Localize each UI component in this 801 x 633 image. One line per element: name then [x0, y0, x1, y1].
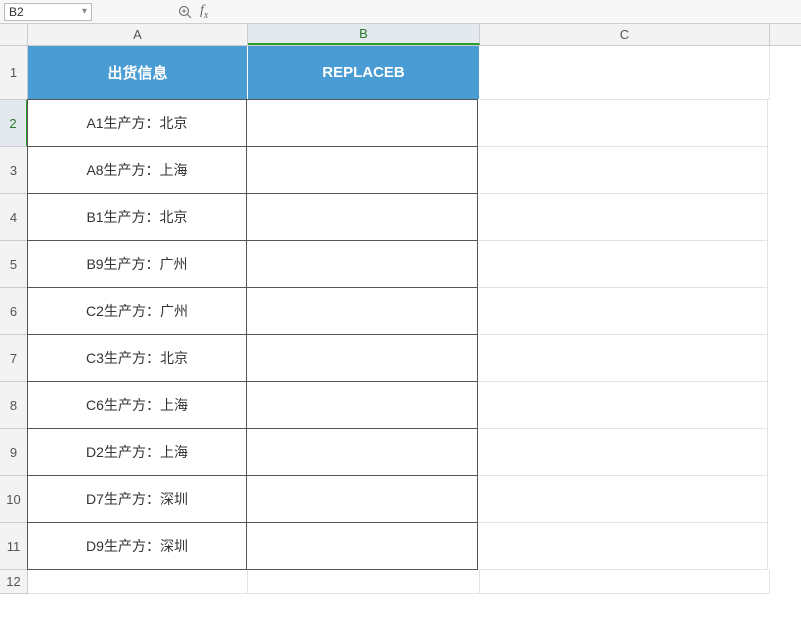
col-header-a[interactable]: A: [28, 24, 248, 45]
row-header-6[interactable]: 6: [0, 288, 27, 335]
row-header-9[interactable]: 9: [0, 429, 27, 476]
cell-c8[interactable]: [478, 382, 768, 429]
chevron-down-icon[interactable]: ▾: [82, 6, 87, 17]
spreadsheet-grid: A B C 1 2 3 4 5 6 7 8 9 10 11 12 出货信息 R: [0, 24, 801, 594]
cell-c1[interactable]: [480, 46, 770, 100]
cell-a12[interactable]: [28, 570, 248, 594]
formula-input[interactable]: [214, 3, 797, 21]
cell-a11[interactable]: D9生产方：深圳: [27, 522, 247, 570]
cell-c2[interactable]: [478, 100, 768, 147]
cell-b11[interactable]: [246, 522, 478, 570]
row-header-3[interactable]: 3: [0, 147, 27, 194]
cell-c3[interactable]: [478, 147, 768, 194]
cell-b8[interactable]: [246, 381, 478, 429]
cell-a1[interactable]: 出货信息: [28, 46, 248, 100]
cell-a7[interactable]: C3生产方：北京: [27, 334, 247, 382]
zoom-icon[interactable]: [178, 5, 192, 19]
cell-b10[interactable]: [246, 475, 478, 523]
cell-a2[interactable]: A1生产方：北京: [27, 99, 247, 147]
name-box-value: B2: [9, 5, 24, 19]
cell-a6[interactable]: C2生产方：广州: [27, 287, 247, 335]
row-header-8[interactable]: 8: [0, 382, 27, 429]
cell-a4[interactable]: B1生产方：北京: [27, 193, 247, 241]
cell-b3[interactable]: [246, 146, 478, 194]
row-headers: 1 2 3 4 5 6 7 8 9 10 11 12: [0, 46, 28, 594]
col-header-c[interactable]: C: [480, 24, 770, 45]
cell-b12[interactable]: [248, 570, 480, 594]
cell-b9[interactable]: [246, 428, 478, 476]
cell-b1[interactable]: REPLACEB: [248, 46, 480, 100]
row-header-12[interactable]: 12: [0, 570, 27, 594]
column-headers: A B C: [28, 24, 801, 46]
cell-a5[interactable]: B9生产方：广州: [27, 240, 247, 288]
cell-b7[interactable]: [246, 334, 478, 382]
row-header-2[interactable]: 2: [0, 100, 28, 147]
cell-a3[interactable]: A8生产方：上海: [27, 146, 247, 194]
formula-bar-row: B2 ▾ fx: [0, 0, 801, 24]
cell-a8[interactable]: C6生产方：上海: [27, 381, 247, 429]
cell-b4[interactable]: [246, 193, 478, 241]
row-header-11[interactable]: 11: [0, 523, 27, 570]
cell-c4[interactable]: [478, 194, 768, 241]
cell-a9[interactable]: D2生产方：上海: [27, 428, 247, 476]
col-header-b[interactable]: B: [248, 24, 480, 45]
cell-c11[interactable]: [478, 523, 768, 570]
cell-c12[interactable]: [480, 570, 770, 594]
select-all-corner[interactable]: [0, 24, 28, 46]
cell-c10[interactable]: [478, 476, 768, 523]
cell-b2[interactable]: [246, 99, 478, 147]
name-box[interactable]: B2 ▾: [4, 3, 92, 21]
cell-b6[interactable]: [246, 287, 478, 335]
fx-icon[interactable]: fx: [200, 3, 208, 21]
cell-b5[interactable]: [246, 240, 478, 288]
row-header-1[interactable]: 1: [0, 46, 27, 100]
row-header-7[interactable]: 7: [0, 335, 27, 382]
cell-c5[interactable]: [478, 241, 768, 288]
cell-c9[interactable]: [478, 429, 768, 476]
cells-area: 出货信息 REPLACEB A1生产方：北京 A8生产方：上海 B1生产方：北京: [28, 46, 801, 594]
row-header-10[interactable]: 10: [0, 476, 27, 523]
row-header-4[interactable]: 4: [0, 194, 27, 241]
cell-a10[interactable]: D7生产方：深圳: [27, 475, 247, 523]
row-header-5[interactable]: 5: [0, 241, 27, 288]
cell-c7[interactable]: [478, 335, 768, 382]
cell-c6[interactable]: [478, 288, 768, 335]
